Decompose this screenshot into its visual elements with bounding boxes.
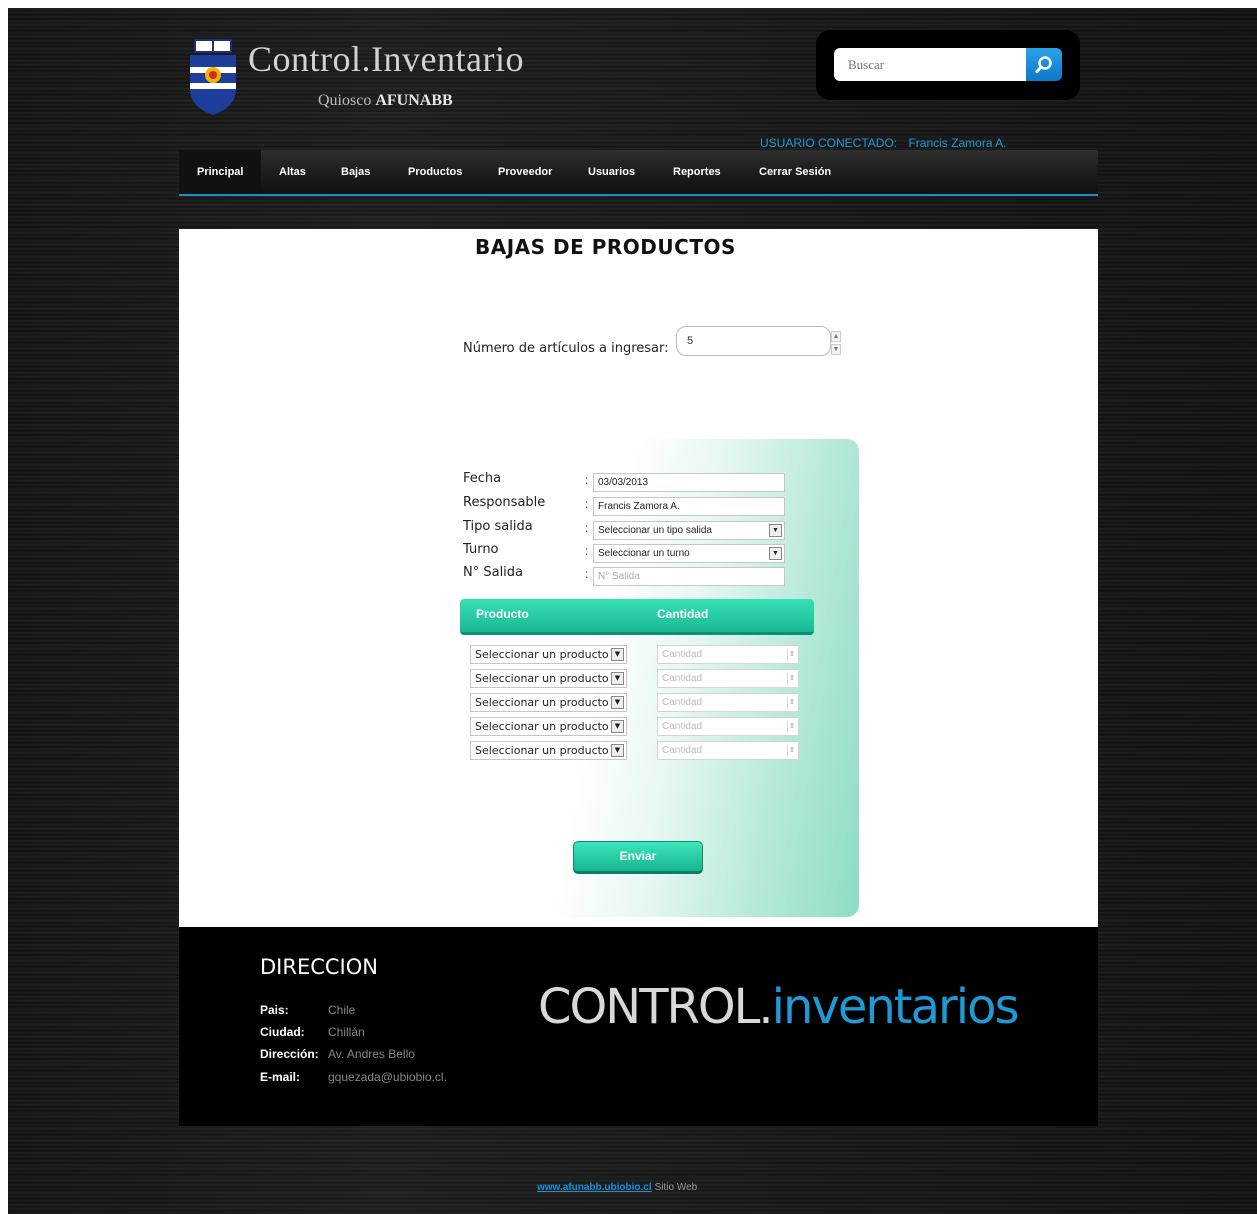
turno-label: Turno: [463, 542, 499, 557]
quantity-stepper-icon[interactable]: ⇕: [787, 720, 796, 733]
nav-altas[interactable]: Altas: [279, 150, 306, 194]
column-cantidad: Cantidad: [657, 607, 709, 621]
footer-brand-logo: CONTROL.inventarios: [538, 979, 1020, 1035]
nav-proveedor[interactable]: Proveedor: [498, 150, 552, 194]
product-select-value: Seleccionar un producto: [475, 720, 609, 733]
quantity-placeholder: Cantidad: [662, 745, 703, 756]
footer: DIRECCION Pais: Chile Ciudad: Chillán Dire…: [179, 927, 1098, 1126]
tipo-salida-label: Tipo salida: [463, 519, 533, 534]
nav-bajas[interactable]: Bajas: [341, 150, 370, 194]
quantity-input[interactable]: Cantidad ⇕: [657, 741, 799, 760]
quantity-placeholder: Cantidad: [662, 697, 703, 708]
footer-row-email: E-mail: gquezada@ubiobio.cl.: [260, 1070, 447, 1084]
tipo-salida-value: Seleccionar un tipo salida: [598, 525, 712, 536]
turno-value: Seleccionar un turno: [598, 548, 690, 559]
footer-key: Pais:: [260, 1003, 289, 1017]
quantity-stepper-icon[interactable]: ⇕: [787, 696, 796, 709]
chevron-down-icon[interactable]: ▼: [611, 720, 624, 733]
footer-heading: DIRECCION: [260, 955, 378, 979]
quantity-input[interactable]: Cantidad ⇕: [657, 717, 799, 736]
turno-select[interactable]: Seleccionar un turno ▼: [593, 544, 785, 563]
quantity-stepper-icon[interactable]: ⇕: [787, 648, 796, 661]
spinner-down-icon[interactable]: ▼: [831, 344, 841, 355]
nav-cerrar-sesion[interactable]: Cerrar Sesión: [759, 150, 831, 194]
footer-key: E-mail:: [260, 1070, 301, 1084]
nav-principal[interactable]: Principal: [179, 150, 262, 194]
main-content: BAJAS DE PRODUCTOS Número de artículos a…: [179, 229, 1098, 927]
site-link[interactable]: www.afunabb.ubiobio.cl: [537, 1182, 652, 1193]
responsable-input[interactable]: Francis Zamora A.: [593, 497, 785, 516]
numero-salida-label: N° Salida: [463, 565, 524, 580]
product-select[interactable]: Seleccionar un producto ▼: [470, 741, 627, 760]
quantity-stepper-icon[interactable]: ⇕: [787, 744, 796, 757]
send-button[interactable]: Enviar: [573, 841, 703, 874]
subtitle-name: AFUNABB: [375, 92, 453, 109]
quantity-input[interactable]: Cantidad ⇕: [657, 669, 799, 688]
chevron-down-icon[interactable]: ▼: [611, 672, 624, 685]
subtitle-prefix: Quiosco: [318, 92, 372, 109]
site-text: Sitio Web: [654, 1182, 698, 1193]
chevron-down-icon[interactable]: ▼: [611, 648, 624, 661]
quantity-placeholder: Cantidad: [662, 721, 703, 732]
chevron-down-icon[interactable]: ▼: [611, 696, 624, 709]
footer-value: Chillán: [328, 1025, 365, 1039]
page-title: BAJAS DE PRODUCTOS: [475, 235, 736, 259]
responsable-label: Responsable: [463, 495, 546, 510]
quantity-input[interactable]: Cantidad ⇕: [657, 693, 799, 712]
footer-key: Dirección:: [260, 1047, 319, 1061]
search-icon: [1035, 55, 1052, 73]
quantity-stepper-icon[interactable]: ⇕: [787, 672, 796, 685]
connected-user-label: USUARIO CONECTADO:: [760, 136, 898, 150]
article-count-label: Número de artículos a ingresar:: [463, 341, 669, 356]
numero-salida-input[interactable]: N° Salida: [593, 567, 785, 586]
search-input[interactable]: [834, 48, 1028, 81]
nav-usuarios[interactable]: Usuarios: [588, 150, 635, 194]
product-select[interactable]: Seleccionar un producto ▼: [470, 669, 627, 688]
footer-value: Av. Andres Bello: [328, 1047, 415, 1061]
footer-row-ciudad: Ciudad: Chillán: [260, 1025, 365, 1039]
product-select-value: Seleccionar un producto: [475, 696, 609, 709]
product-select[interactable]: Seleccionar un producto ▼: [470, 717, 627, 736]
quantity-input[interactable]: Cantidad ⇕: [657, 645, 799, 664]
product-select-value: Seleccionar un producto: [475, 672, 609, 685]
connected-user: USUARIO CONECTADO: Francis Zamora A.: [760, 136, 1007, 150]
product-select-value: Seleccionar un producto: [475, 648, 609, 661]
column-producto: Producto: [476, 607, 529, 621]
product-select[interactable]: Seleccionar un producto ▼: [470, 645, 627, 664]
fecha-label: Fecha: [463, 471, 502, 486]
footer-email-link[interactable]: gquezada@ubiobio.cl.: [328, 1070, 447, 1084]
site-credit: www.afunabb.ubiobio.cl Sitio Web: [537, 1182, 697, 1193]
main-navigation: Principal Altas Bajas Productos Proveedo…: [179, 150, 1098, 196]
brand-part-control: CONTROL.: [538, 979, 774, 1035]
spinner-up-icon[interactable]: ▲: [831, 331, 841, 342]
nav-reportes[interactable]: Reportes: [673, 150, 721, 194]
fecha-input[interactable]: 03/03/2013: [593, 473, 785, 492]
article-count-spinner[interactable]: ▲ ▼: [831, 331, 841, 355]
products-table-header: Producto Cantidad: [460, 599, 814, 635]
quantity-placeholder: Cantidad: [662, 673, 703, 684]
footer-key: Ciudad:: [260, 1025, 305, 1039]
brand-part-inventarios: inventarios: [771, 979, 1020, 1035]
university-shield-logo: [190, 39, 236, 115]
tipo-salida-select[interactable]: Seleccionar un tipo salida ▼: [593, 521, 785, 540]
chevron-down-icon[interactable]: ▼: [769, 547, 782, 560]
footer-row-pais: Pais: Chile: [260, 1003, 355, 1017]
article-count-input[interactable]: 5: [676, 326, 831, 356]
product-select[interactable]: Seleccionar un producto ▼: [470, 693, 627, 712]
chevron-down-icon[interactable]: ▼: [611, 744, 624, 757]
product-select-value: Seleccionar un producto: [475, 744, 609, 757]
footer-row-direccion: Dirección: Av. Andres Bello: [260, 1047, 415, 1061]
connected-user-name: Francis Zamora A.: [908, 136, 1007, 150]
quantity-placeholder: Cantidad: [662, 649, 703, 660]
chevron-down-icon[interactable]: ▼: [769, 524, 782, 537]
nav-productos[interactable]: Productos: [408, 150, 462, 194]
app-subtitle: Quiosco AFUNABB: [318, 92, 453, 110]
app-title: Control.Inventario: [248, 39, 524, 79]
footer-value: Chile: [328, 1003, 356, 1017]
search-button[interactable]: [1026, 48, 1062, 81]
